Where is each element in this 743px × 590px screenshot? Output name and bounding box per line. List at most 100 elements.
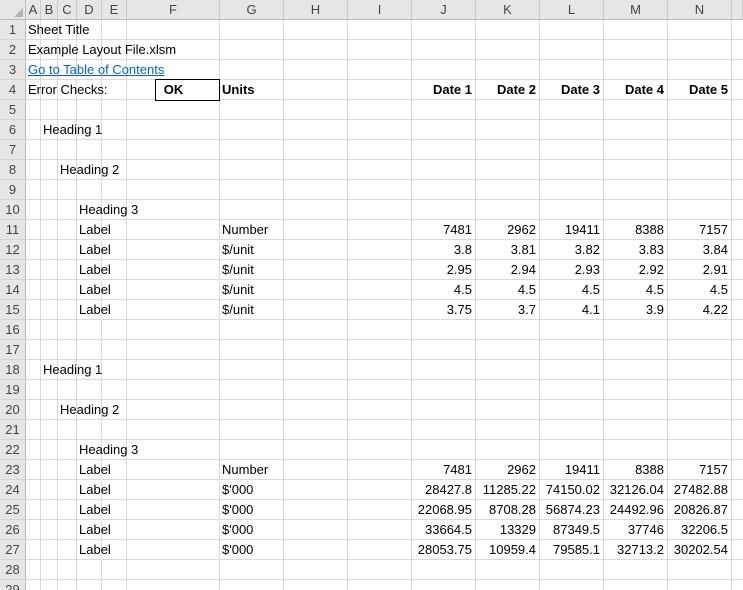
row-header-25[interactable]: 25 <box>0 500 26 520</box>
cell-g13[interactable]: $/unit <box>222 260 254 280</box>
toc-link[interactable]: Go to Table of Contents <box>28 60 164 80</box>
row-header-12[interactable]: 12 <box>0 240 26 260</box>
cell-n25[interactable]: 20826.87 <box>670 500 728 520</box>
cell-d10[interactable]: Heading 3 <box>79 200 138 220</box>
cell-d25[interactable]: Label <box>79 500 111 520</box>
column-header-d[interactable]: D <box>77 0 102 20</box>
column-header-b[interactable]: B <box>41 0 58 20</box>
column-header-overflow[interactable] <box>732 0 743 20</box>
cell-l4[interactable]: Date 3 <box>542 80 600 100</box>
cell-m14[interactable]: 4.5 <box>606 280 664 300</box>
cell-n12[interactable]: 3.84 <box>670 240 728 260</box>
cell-n14[interactable]: 4.5 <box>670 280 728 300</box>
cell-g4[interactable]: Units <box>222 80 255 100</box>
cell-k4[interactable]: Date 2 <box>478 80 536 100</box>
cell-b6[interactable]: Heading 1 <box>43 120 102 140</box>
column-header-n[interactable]: N <box>668 0 732 20</box>
cell-a1[interactable]: Sheet Title <box>28 20 89 40</box>
cell-g25[interactable]: $'000 <box>222 500 253 520</box>
cell-a2[interactable]: Example Layout File.xlsm <box>28 40 176 60</box>
cell-l15[interactable]: 4.1 <box>542 300 600 320</box>
row-header-1[interactable]: 1 <box>0 20 26 40</box>
column-header-a[interactable]: A <box>26 0 41 20</box>
cell-d23[interactable]: Label <box>79 460 111 480</box>
row-header-5[interactable]: 5 <box>0 100 26 120</box>
row-header-6[interactable]: 6 <box>0 120 26 140</box>
column-header-h[interactable]: H <box>284 0 348 20</box>
row-header-29[interactable]: 29 <box>0 580 26 590</box>
cell-l14[interactable]: 4.5 <box>542 280 600 300</box>
row-header-7[interactable]: 7 <box>0 140 26 160</box>
cell-m27[interactable]: 32713.2 <box>606 540 664 560</box>
column-header-j[interactable]: J <box>412 0 476 20</box>
cell-d24[interactable]: Label <box>79 480 111 500</box>
column-header-i[interactable]: I <box>348 0 412 20</box>
select-all-corner[interactable] <box>0 0 26 20</box>
cell-g23[interactable]: Number <box>222 460 268 480</box>
cell-m15[interactable]: 3.9 <box>606 300 664 320</box>
cell-n27[interactable]: 30202.54 <box>670 540 728 560</box>
cell-g15[interactable]: $/unit <box>222 300 254 320</box>
row-header-3[interactable]: 3 <box>0 60 26 80</box>
cell-d12[interactable]: Label <box>79 240 111 260</box>
cell-m12[interactable]: 3.83 <box>606 240 664 260</box>
row-header-11[interactable]: 11 <box>0 220 26 240</box>
cell-m13[interactable]: 2.92 <box>606 260 664 280</box>
cell-k24[interactable]: 11285.22 <box>478 480 536 500</box>
column-header-k[interactable]: K <box>476 0 540 20</box>
cell-n13[interactable]: 2.91 <box>670 260 728 280</box>
cell-d11[interactable]: Label <box>79 220 111 240</box>
row-header-21[interactable]: 21 <box>0 420 26 440</box>
cell-k26[interactable]: 13329 <box>478 520 536 540</box>
cell-n23[interactable]: 7157 <box>670 460 728 480</box>
row-header-13[interactable]: 13 <box>0 260 26 280</box>
cell-n4[interactable]: Date 5 <box>670 80 728 100</box>
cell-j15[interactable]: 3.75 <box>414 300 472 320</box>
row-header-9[interactable]: 9 <box>0 180 26 200</box>
cell-j4[interactable]: Date 1 <box>414 80 472 100</box>
cell-m23[interactable]: 8388 <box>606 460 664 480</box>
cell-c20[interactable]: Heading 2 <box>60 400 119 420</box>
cell-j11[interactable]: 7481 <box>414 220 472 240</box>
cell-m26[interactable]: 37746 <box>606 520 664 540</box>
column-header-c[interactable]: C <box>58 0 77 20</box>
cell-m24[interactable]: 32126.04 <box>606 480 664 500</box>
column-header-m[interactable]: M <box>604 0 668 20</box>
cell-l13[interactable]: 2.93 <box>542 260 600 280</box>
cell-j26[interactable]: 33664.5 <box>414 520 472 540</box>
cell-m4[interactable]: Date 4 <box>606 80 664 100</box>
row-header-10[interactable]: 10 <box>0 200 26 220</box>
row-header-18[interactable]: 18 <box>0 360 26 380</box>
row-header-8[interactable]: 8 <box>0 160 26 180</box>
cell-j23[interactable]: 7481 <box>414 460 472 480</box>
row-header-26[interactable]: 26 <box>0 520 26 540</box>
cell-c8[interactable]: Heading 2 <box>60 160 119 180</box>
column-header-e[interactable]: E <box>102 0 127 20</box>
cell-l25[interactable]: 56874.23 <box>542 500 600 520</box>
row-header-20[interactable]: 20 <box>0 400 26 420</box>
cell-n24[interactable]: 27482.88 <box>670 480 728 500</box>
column-header-l[interactable]: L <box>540 0 604 20</box>
cell-g14[interactable]: $/unit <box>222 280 254 300</box>
row-header-28[interactable]: 28 <box>0 560 26 580</box>
cell-l26[interactable]: 87349.5 <box>542 520 600 540</box>
row-header-17[interactable]: 17 <box>0 340 26 360</box>
cell-l11[interactable]: 19411 <box>542 220 600 240</box>
cell-k27[interactable]: 10959.4 <box>478 540 536 560</box>
cell-g24[interactable]: $'000 <box>222 480 253 500</box>
cell-k15[interactable]: 3.7 <box>478 300 536 320</box>
row-header-2[interactable]: 2 <box>0 40 26 60</box>
row-header-22[interactable]: 22 <box>0 440 26 460</box>
cell-k25[interactable]: 8708.28 <box>478 500 536 520</box>
spreadsheet-grid[interactable]: ABCDEFGHIJKLMN 1 2 3 4 5 6 7 8 9 10 11 12 13 14 15 16 17… <box>0 0 743 590</box>
cell-j25[interactable]: 22068.95 <box>414 500 472 520</box>
cell-b18[interactable]: Heading 1 <box>43 360 102 380</box>
cell-d13[interactable]: Label <box>79 260 111 280</box>
row-header-4[interactable]: 4 <box>0 80 26 100</box>
cell-g26[interactable]: $'000 <box>222 520 253 540</box>
column-header-g[interactable]: G <box>220 0 284 20</box>
cell-m11[interactable]: 8388 <box>606 220 664 240</box>
cell-j24[interactable]: 28427.8 <box>414 480 472 500</box>
cell-d22[interactable]: Heading 3 <box>79 440 138 460</box>
cell-k23[interactable]: 2962 <box>478 460 536 480</box>
